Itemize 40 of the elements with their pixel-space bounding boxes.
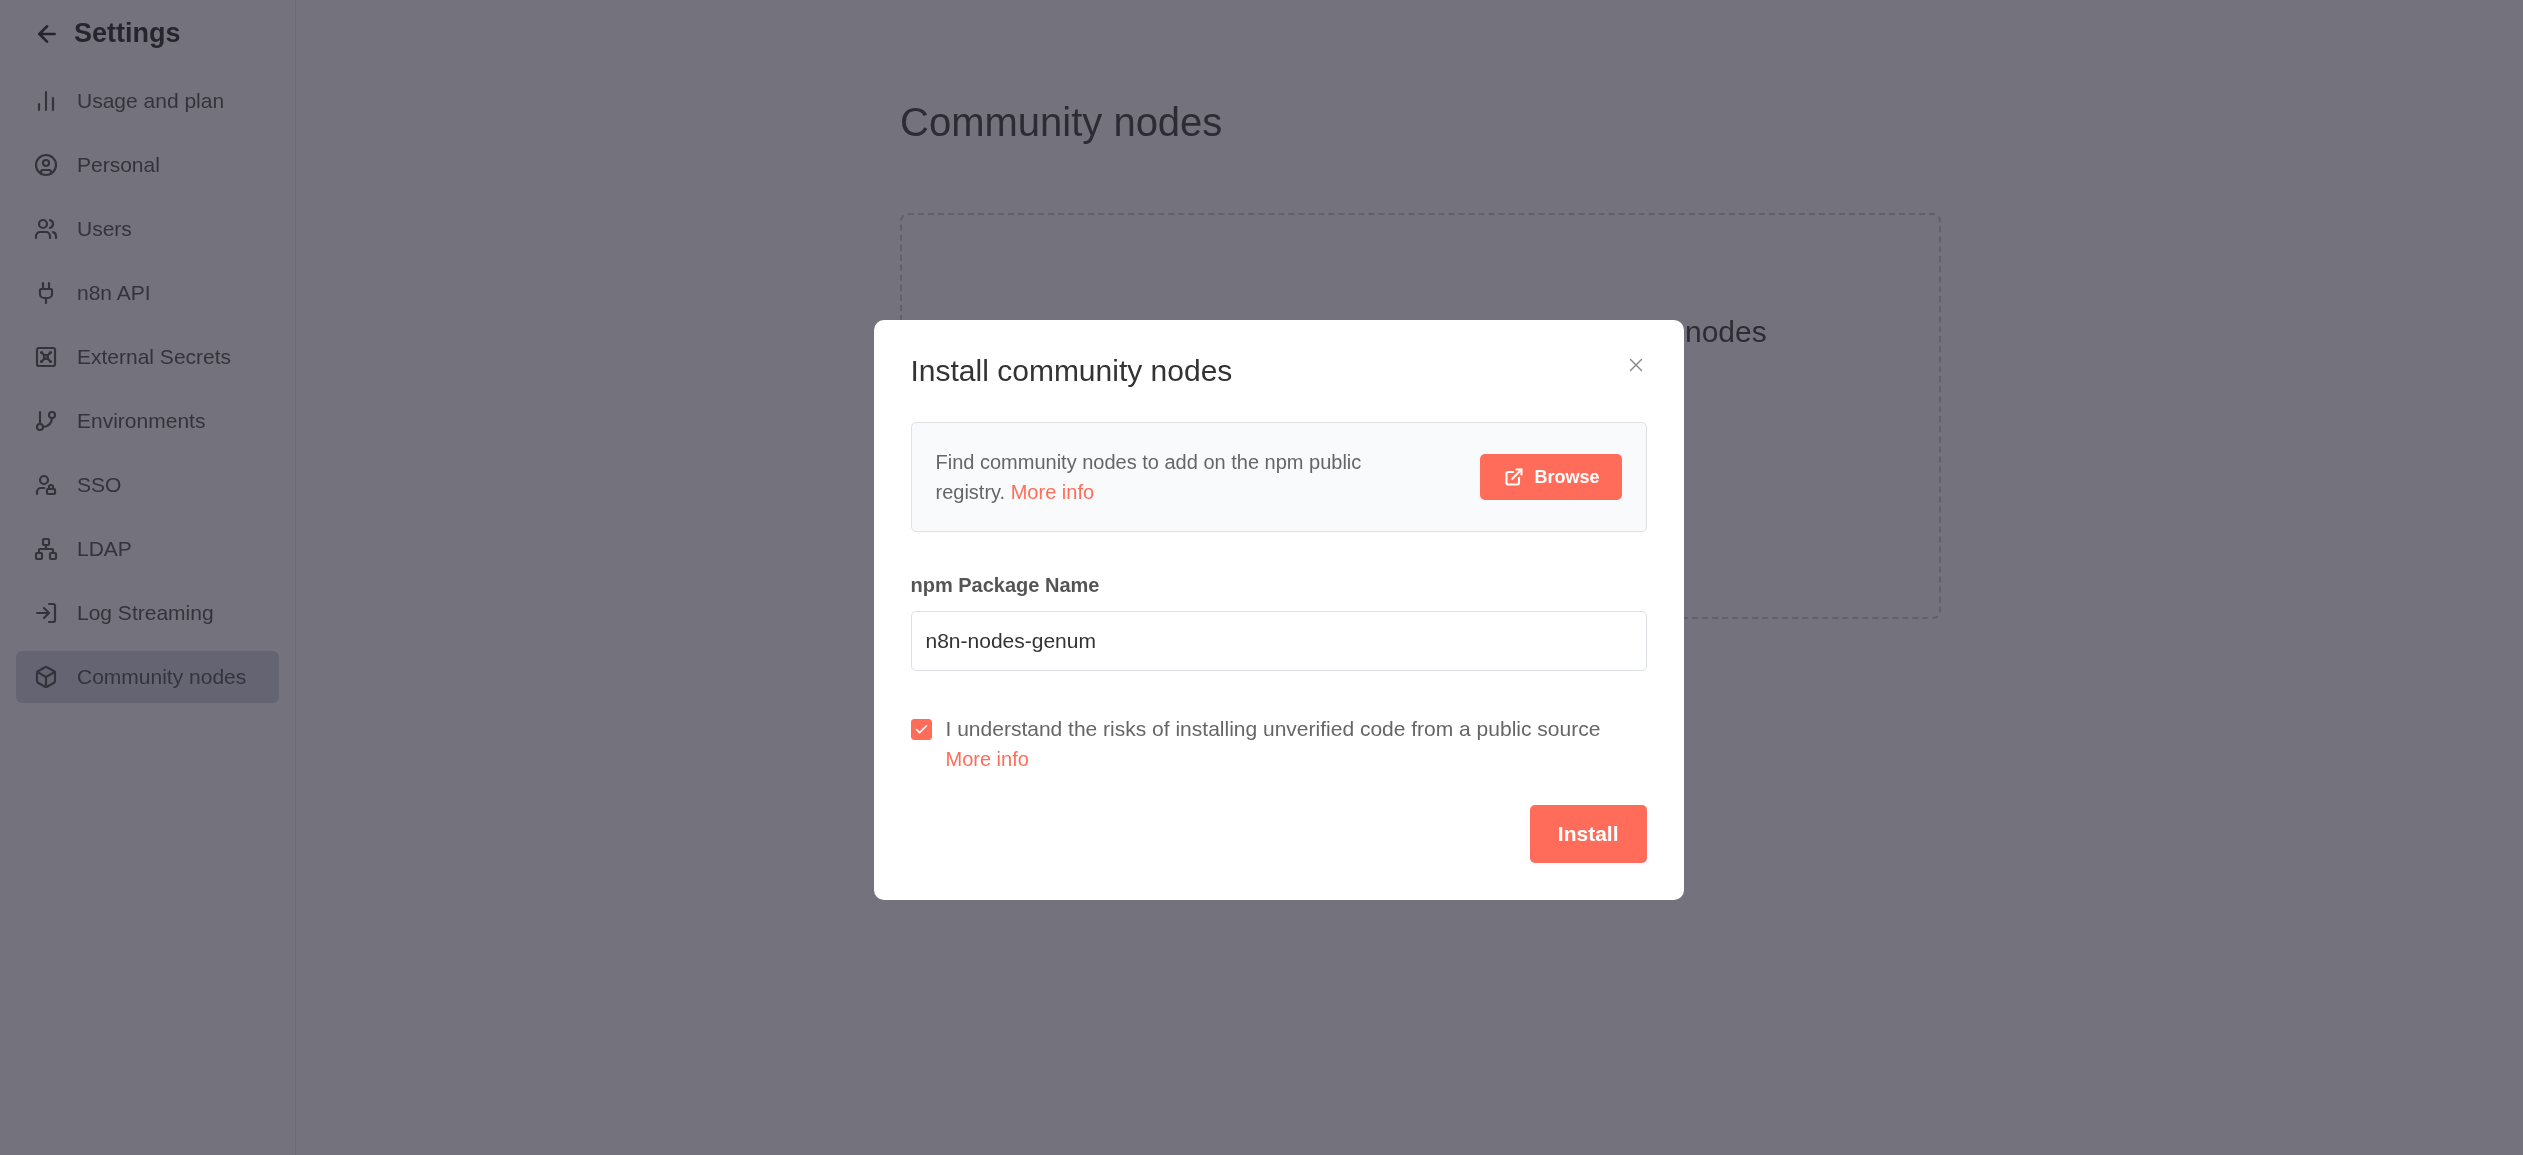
sidebar-item[interactable]: SSO (16, 459, 279, 511)
package-name-input[interactable]: n8n-nodes-genum (910, 611, 1647, 671)
sidebar-item[interactable]: Personal (16, 139, 279, 191)
browse-button[interactable]: Browse (1480, 454, 1622, 500)
menu-item-label: Log Streaming (77, 601, 214, 625)
menu-item-label: External Secrets (77, 345, 232, 369)
consent-text: I understand the risks of installing unverified code from a public source (945, 716, 1601, 742)
sidebar-item[interactable]: Users (16, 203, 279, 255)
menu-item-icon (34, 665, 58, 689)
field-label: npm Package Name (910, 574, 1101, 597)
more-info-link[interactable]: More info (1010, 481, 1095, 503)
menu-item-icon (34, 601, 58, 625)
sidebar-item[interactable]: LDAP (16, 523, 279, 575)
sidebar-item[interactable]: Usage and plan (16, 75, 279, 127)
consent-checkbox[interactable] (910, 719, 932, 740)
menu-item-label: SSO (77, 473, 122, 497)
menu-item-icon (34, 153, 58, 177)
menu-item-label: Users (77, 217, 132, 241)
menu-item-icon (34, 217, 58, 241)
page-title: Community nodes (900, 100, 1224, 145)
menu-item-icon (34, 409, 58, 433)
card-text: nodes (1685, 315, 1767, 348)
external-link-icon (1504, 467, 1525, 487)
sidebar-item[interactable]: Environments (16, 395, 279, 447)
menu-item-label: Personal (77, 153, 160, 177)
install-button[interactable]: Install (1529, 805, 1647, 863)
menu-item-label: LDAP (77, 537, 132, 561)
menu-item-icon (34, 345, 58, 369)
menu-item-icon (34, 473, 58, 497)
sidebar-item[interactable]: n8n API (16, 267, 279, 319)
menu-item-label: Usage and plan (77, 89, 225, 113)
sidebar-title: Settings (74, 18, 181, 49)
more-info-link[interactable]: More info (945, 745, 1029, 773)
menu-item-icon (34, 537, 58, 561)
menu-item-label: Environments (77, 409, 206, 433)
sidebar-item[interactable]: External Secrets (16, 331, 279, 383)
menu-item-label: n8n API (77, 281, 151, 305)
info-text: Find community nodes to add on the npm public registry. More info (935, 450, 1363, 505)
sidebar-item[interactable]: Log Streaming (16, 587, 279, 639)
dialog-title: Install community nodes (910, 354, 1233, 388)
